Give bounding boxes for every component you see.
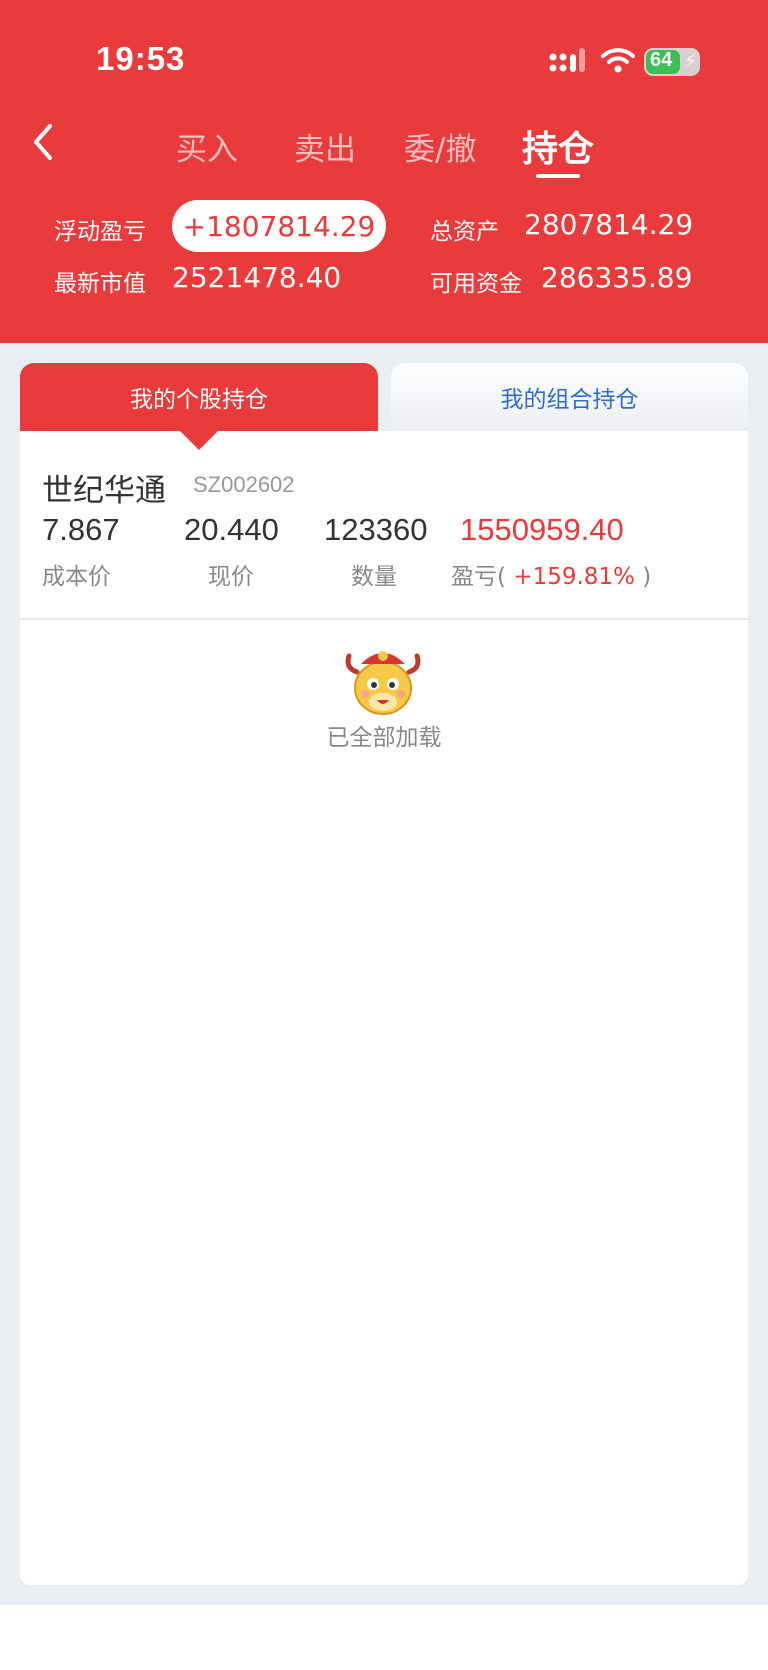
all-loaded-text: 已全部加载: [326, 725, 442, 751]
total-assets-label: 总资产: [430, 219, 499, 245]
stock-code: SZ002602: [193, 472, 295, 497]
current-price-label: 现价: [208, 564, 254, 590]
charging-bolt-icon: ⚡: [684, 51, 697, 72]
quantity-label: 数量: [351, 564, 397, 590]
battery-level: 64: [650, 49, 673, 71]
cost-price-value: 7.867: [42, 512, 120, 547]
stock-name: 世纪华通: [42, 473, 166, 509]
row-divider: [20, 618, 748, 620]
segment-individual-positions[interactable]: 我的个股持仓: [20, 363, 378, 431]
pl-label-prefix: 盈亏(: [451, 564, 506, 590]
current-price-value: 20.440: [184, 512, 279, 547]
active-tab-indicator: [536, 174, 580, 178]
cost-price-label: 成本价: [42, 564, 111, 590]
floating-pl-value: +1807814.29: [182, 209, 376, 243]
floating-pl-badge: +1807814.29: [172, 200, 386, 252]
positions-card: [20, 431, 748, 1585]
available-funds-value: 286335.89: [541, 261, 693, 294]
segment-portfolio-label: 我的组合持仓: [500, 387, 639, 413]
segment-individual-label: 我的个股持仓: [130, 387, 268, 413]
available-funds-label: 可用资金: [430, 271, 522, 297]
header: 19:53 64 ⚡ 买入 卖出 委/撤 持仓 浮动盈亏 +1807814.29…: [0, 0, 768, 343]
market-value-value: 2521478.40: [172, 261, 342, 294]
pl-amount-value: 1550959.40: [460, 512, 624, 547]
segment-pointer: [179, 430, 219, 450]
tab-positions[interactable]: 持仓: [522, 120, 594, 172]
tab-buy[interactable]: 买入: [176, 124, 238, 169]
market-value-label: 最新市值: [54, 271, 146, 297]
battery-icon: 64 ⚡: [644, 48, 700, 76]
ox-mascot-icon: [345, 651, 421, 715]
segment-portfolio-positions[interactable]: 我的组合持仓: [391, 363, 748, 431]
cellular-signal-icon: [549, 48, 585, 72]
tab-orders-cancel[interactable]: 委/撤: [404, 124, 476, 169]
pl-label: 盈亏( +159.81% ): [451, 557, 651, 591]
status-time: 19:53: [96, 40, 186, 77]
floating-pl-label: 浮动盈亏: [54, 219, 146, 245]
back-arrow-icon[interactable]: [28, 120, 58, 164]
tab-sell[interactable]: 卖出: [294, 124, 356, 169]
quantity-value: 123360: [324, 512, 428, 547]
wifi-icon: [601, 48, 635, 73]
pl-label-suffix: ): [642, 564, 652, 590]
pl-percent: +159.81%: [513, 564, 635, 590]
total-assets-value: 2807814.29: [524, 208, 694, 241]
